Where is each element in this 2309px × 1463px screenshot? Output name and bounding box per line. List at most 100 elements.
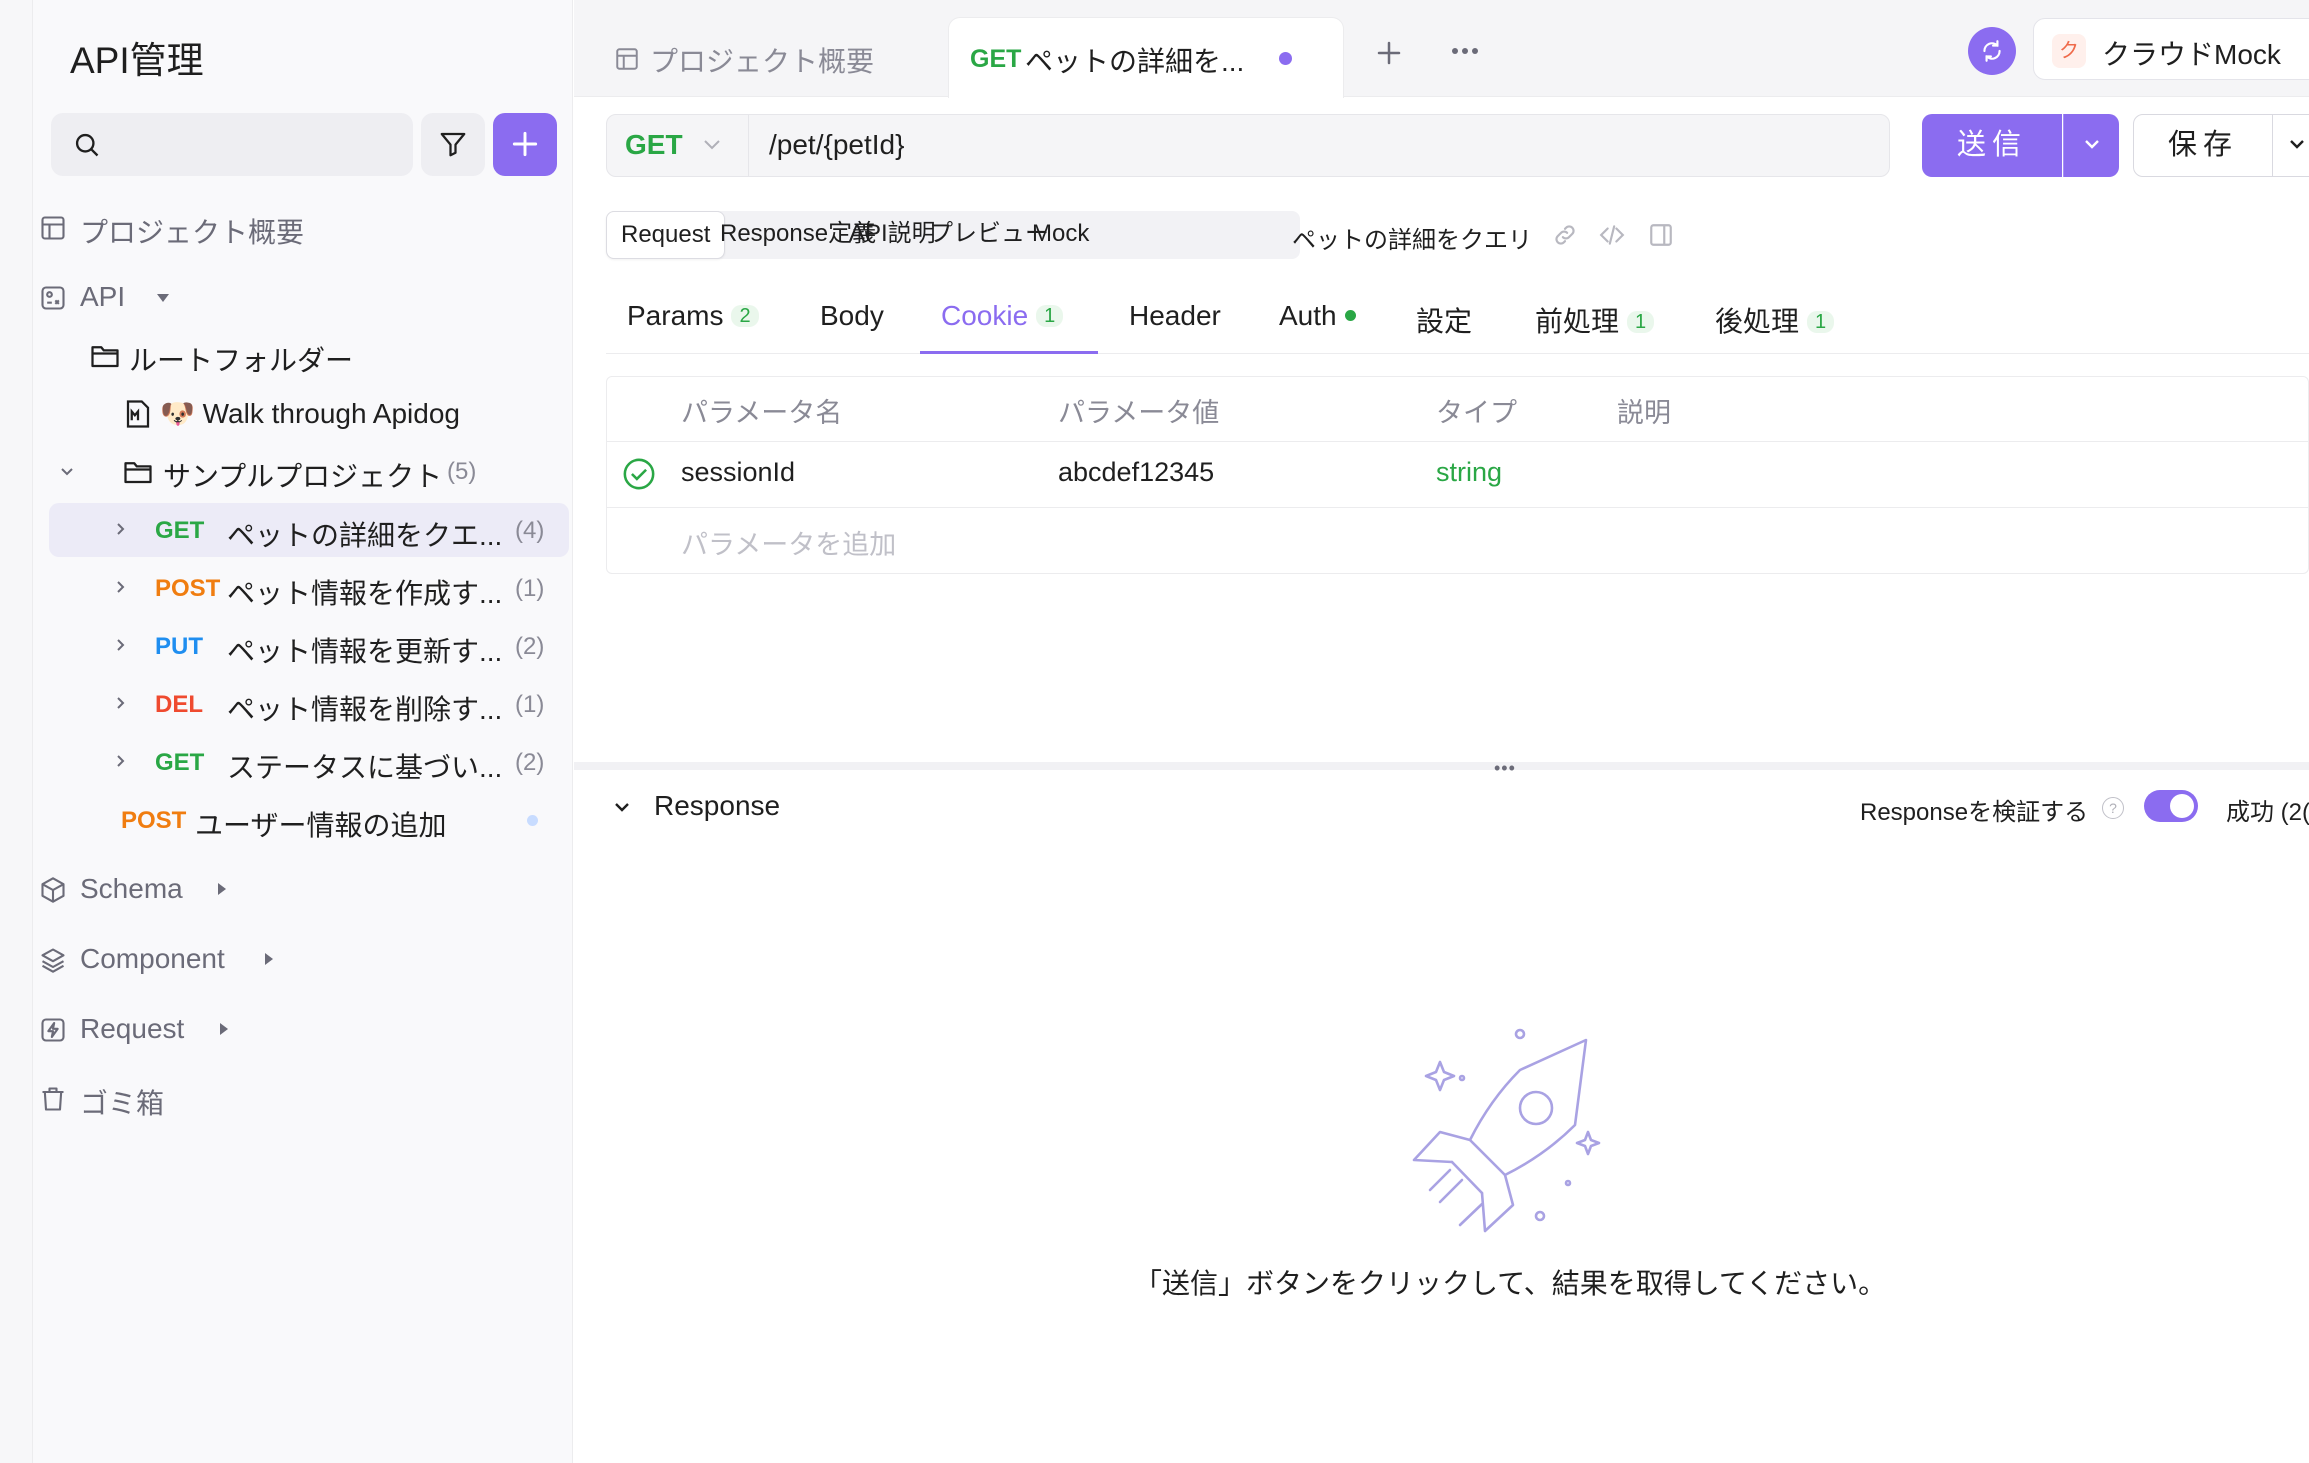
count-badge: 2: [731, 305, 759, 327]
tree-item-label: ルートフォルダー: [129, 345, 354, 376]
tab-header[interactable]: Header: [1129, 300, 1221, 332]
left-edge-strip: [0, 0, 33, 1463]
tree-endpoint-delete-pet[interactable]: DEL ペット情報を削除す... (1): [49, 677, 569, 731]
tab-bar: プロジェクト概要 GET ペットの詳細を... ク クラウドMock: [574, 0, 2309, 98]
code-icon[interactable]: [1598, 222, 1626, 248]
save-button[interactable]: 保存: [2133, 114, 2273, 177]
chevron-down-icon[interactable]: [612, 800, 632, 816]
status-dot: [1344, 310, 1356, 321]
check-circle-icon[interactable]: [622, 457, 656, 491]
tab-auth[interactable]: Auth: [1279, 300, 1356, 332]
drag-handle-icon[interactable]: •••: [1494, 758, 1516, 779]
plus-icon[interactable]: [1374, 38, 1404, 68]
method-badge: GET: [155, 749, 205, 776]
sidebar-item-api[interactable]: API: [33, 270, 573, 326]
panel-icon[interactable]: [1648, 222, 1674, 248]
count-badge: 1: [1036, 305, 1064, 327]
caret-down-icon: [157, 294, 169, 302]
tab-label: 前処理: [1535, 306, 1620, 337]
tab-post-processors[interactable]: 後処理 1: [1715, 300, 1835, 340]
sidebar-item-label: Component: [80, 943, 225, 974]
markdown-icon: [126, 400, 150, 428]
method-select[interactable]: GET: [607, 115, 749, 176]
cookie-table: パラメータ名 パラメータ値 タイプ 説明 sessionId abcdef123…: [606, 376, 2309, 574]
search-icon: [75, 133, 99, 157]
more-icon[interactable]: [1450, 44, 1480, 58]
toggle-knob: [2170, 794, 2194, 818]
param-type[interactable]: string: [1436, 457, 1502, 488]
folder-icon: [124, 462, 152, 484]
tab-label: プロジェクト概要: [650, 46, 875, 77]
send-button[interactable]: 送信: [1922, 114, 2062, 177]
add-button[interactable]: [493, 113, 557, 176]
url-input[interactable]: /pet/{petId}: [769, 129, 904, 161]
subtab-mock[interactable]: Mock: [1032, 211, 1089, 259]
subtab-request[interactable]: Request: [606, 211, 726, 259]
tree-item-count: (2): [515, 749, 545, 776]
param-name[interactable]: sessionId: [681, 457, 795, 488]
sync-button[interactable]: [1968, 27, 2016, 75]
verify-response-label: Responseを検証する: [1860, 799, 2089, 826]
api-icon: [41, 286, 65, 310]
tree-item-label: ユーザー情報の追加: [195, 810, 447, 841]
sidebar-item-label: Request: [80, 1013, 185, 1044]
tree-endpoint-get-status[interactable]: GET ステータスに基づい... (2): [49, 735, 569, 789]
sidebar-item-component[interactable]: Component: [33, 932, 573, 988]
environment-badge: ク: [2052, 34, 2086, 68]
subtab-api-description[interactable]: API説明: [849, 211, 936, 259]
tab-method: GET: [970, 45, 1022, 73]
tree-endpoint-get-pet[interactable]: GET ペットの詳細をクエ... (4): [49, 503, 569, 557]
row-divider: [607, 507, 2309, 508]
tab-label: 後処理: [1715, 306, 1800, 337]
tab-body[interactable]: Body: [820, 300, 884, 332]
chevron-down-icon: [704, 140, 720, 150]
environment-select[interactable]: ク クラウドMock: [2033, 18, 2309, 80]
tab-pre-processors[interactable]: 前処理 1: [1535, 300, 1655, 340]
request-name[interactable]: ペットの詳細をクエリ: [1292, 220, 1532, 255]
column-header: タイプ: [1436, 398, 1517, 428]
main-panel: プロジェクト概要 GET ペットの詳細を... ク クラウドMock GET /…: [574, 0, 2309, 1463]
tab-params[interactable]: Params 2: [627, 300, 759, 332]
send-options-button[interactable]: [2063, 114, 2119, 177]
method-badge: POST: [155, 575, 221, 602]
add-param-input[interactable]: パラメータを追加: [681, 523, 896, 562]
sidebar-item-label: ゴミ箱: [80, 1088, 165, 1119]
tree-folder-sample[interactable]: サンプルプロジェクト (5): [33, 444, 553, 498]
filter-icon: [440, 132, 466, 157]
chevron-right-icon: [117, 755, 125, 767]
search-input[interactable]: [51, 113, 413, 176]
tab-cookie[interactable]: Cookie 1: [941, 300, 1064, 332]
filter-button[interactable]: [421, 113, 485, 176]
chevron-right-icon: [117, 639, 125, 651]
sidebar-item-request[interactable]: Request: [33, 1002, 573, 1058]
save-options-button[interactable]: [2272, 114, 2309, 177]
tree-endpoint-put-pet[interactable]: PUT ペット情報を更新す... (2): [49, 619, 569, 673]
tree-endpoint-post-user[interactable]: POST ユーザー情報の追加: [49, 793, 569, 847]
tree-folder-root[interactable]: ルートフォルダー: [33, 328, 553, 382]
layout-icon: [616, 48, 638, 70]
chevron-right-icon: [117, 581, 125, 593]
link-icon[interactable]: [1552, 222, 1578, 248]
column-header: パラメータ値: [1058, 398, 1220, 428]
tree-doc-walkthrough[interactable]: 🐶 Walk through Apidog: [33, 386, 553, 440]
verify-response-toggle[interactable]: [2144, 790, 2198, 822]
chevron-down-icon: [2085, 140, 2099, 149]
sidebar-item-overview[interactable]: プロジェクト概要: [33, 200, 573, 256]
sidebar-item-schema[interactable]: Schema: [33, 862, 573, 918]
response-status-select[interactable]: 成功 (2(: [2226, 792, 2309, 827]
tree-item-count: (1): [515, 691, 545, 718]
tree-endpoint-post-pet[interactable]: POST ペット情報を作成す... (1): [49, 561, 569, 615]
param-value[interactable]: abcdef12345: [1058, 457, 1214, 488]
count-badge: 1: [1807, 311, 1835, 333]
tab-active-request[interactable]: GET ペットの詳細を...: [948, 17, 1344, 98]
cube-icon: [41, 877, 65, 903]
tab-label: Cookie: [941, 300, 1029, 331]
help-icon[interactable]: ?: [2102, 797, 2124, 819]
tab-label: Params: [627, 300, 724, 331]
subtab-preview[interactable]: プレビュー: [929, 211, 1049, 259]
tab-label: ペットの詳細を...: [1025, 46, 1245, 77]
panel-splitter[interactable]: •••: [574, 758, 2309, 778]
sidebar-item-trash[interactable]: ゴミ箱: [33, 1071, 573, 1127]
tab-label: Auth: [1279, 300, 1337, 331]
tab-settings[interactable]: 設定: [1416, 300, 1472, 340]
